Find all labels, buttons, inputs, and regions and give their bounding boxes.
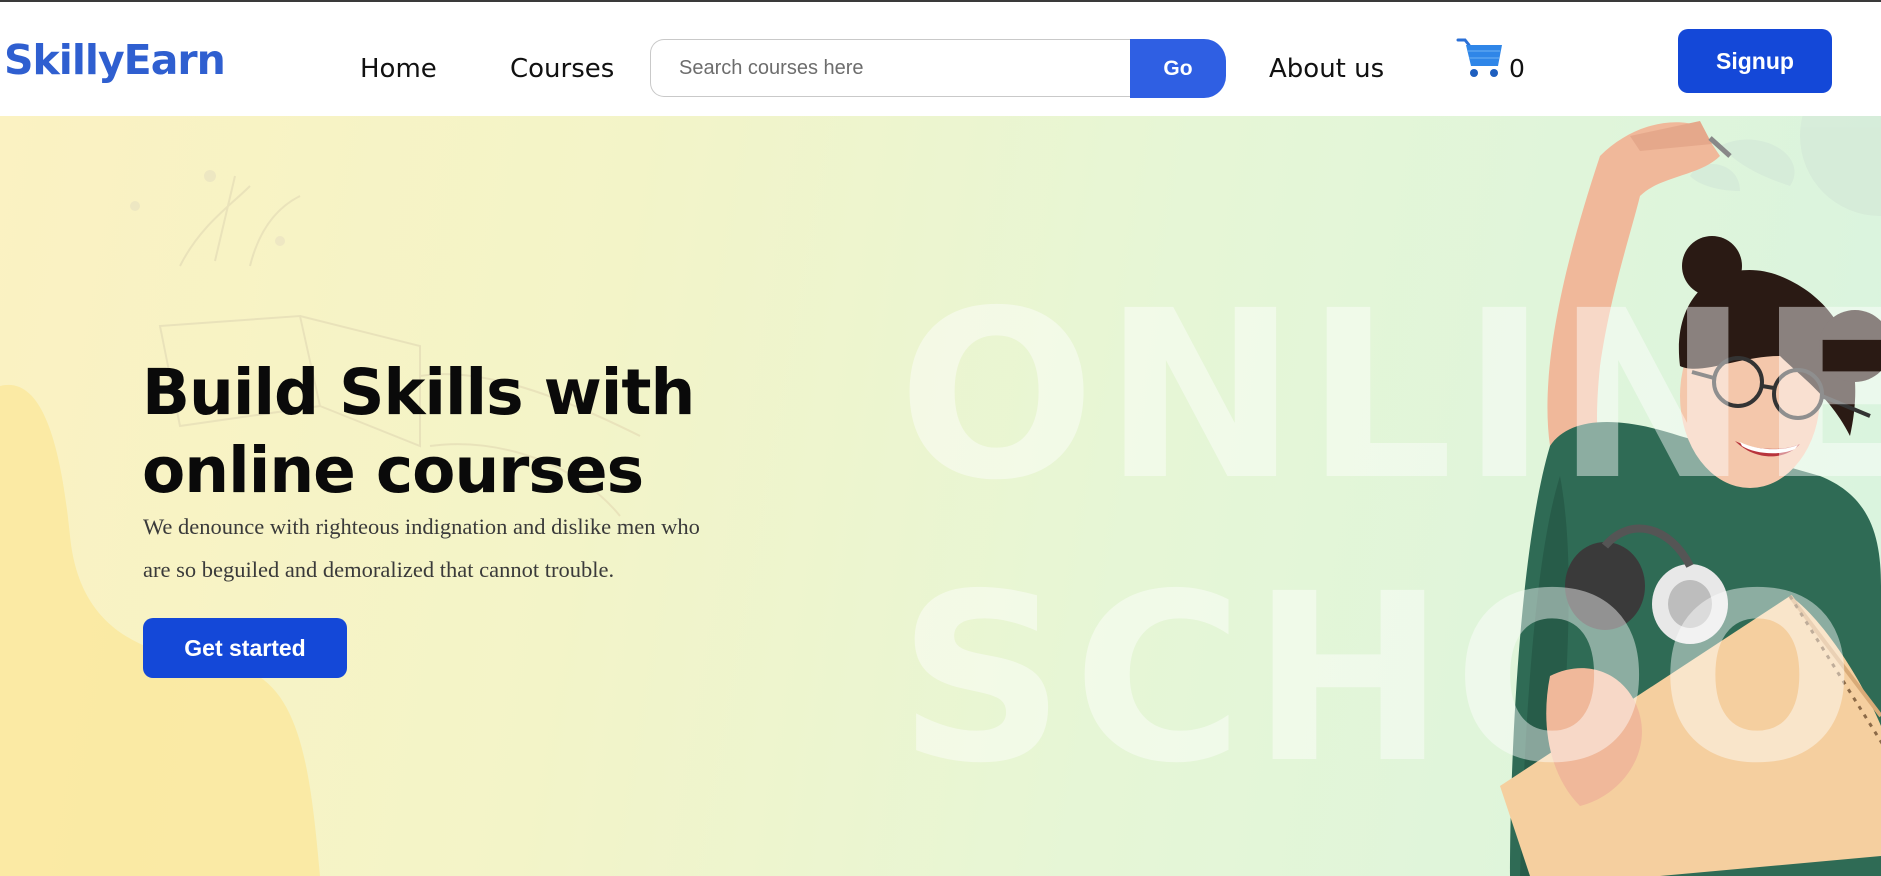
search-input[interactable] <box>650 39 1159 97</box>
hero-subtitle: We denounce with righteous indignation a… <box>143 514 700 582</box>
nav-about[interactable]: About us <box>1269 54 1384 84</box>
hero-section: ONLINE SCHOOL Build Skills with online c… <box>0 116 1881 876</box>
nav-home[interactable]: Home <box>360 54 437 84</box>
search-bar: Go <box>650 39 1226 99</box>
get-started-button[interactable]: Get started <box>143 618 347 678</box>
cart-icon[interactable] <box>1456 37 1504 79</box>
hero-title-line-2: online courses <box>142 434 644 507</box>
hero-title-line-1: Build Skills with <box>142 356 695 429</box>
hero-title: Build Skills with online courses <box>142 354 822 510</box>
search-go-button[interactable]: Go <box>1130 39 1226 98</box>
logo[interactable]: SkillyEarn <box>4 36 226 84</box>
signup-button[interactable]: Signup <box>1678 29 1832 93</box>
background-word-online: ONLINE <box>898 261 1881 531</box>
nav-courses[interactable]: Courses <box>510 54 614 84</box>
site-header: SkillyEarn Home Courses Go About us 0 Si… <box>0 2 1881 116</box>
background-word-school: SCHOOL <box>898 544 1881 814</box>
cart-count: 0 <box>1509 54 1525 83</box>
